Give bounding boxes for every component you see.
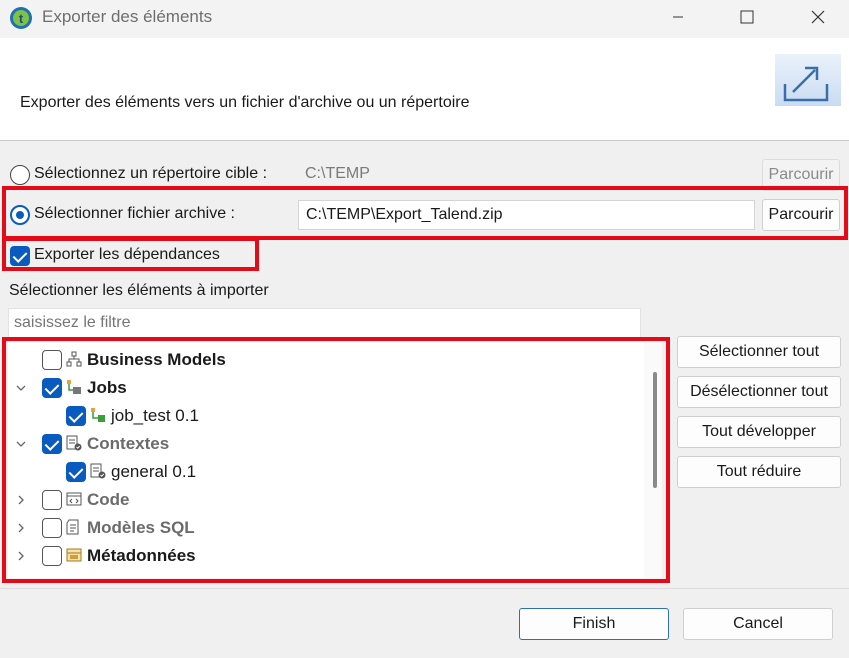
items-tree[interactable]: Business Models Jobs job_test 0.1 Contextes…: [8, 342, 662, 578]
tree-item-label: general 0.1: [111, 462, 197, 481]
job-icon: [90, 407, 106, 423]
code-icon: [66, 491, 82, 507]
select-all-button[interactable]: Sélectionner tout: [677, 336, 841, 368]
tree-item-checkbox[interactable]: [66, 406, 86, 426]
talend-logo-icon: t: [9, 6, 33, 30]
jobs-icon: [66, 379, 82, 395]
tree-item-checkbox[interactable]: [42, 434, 62, 454]
deselect-all-button[interactable]: Désélectionner tout: [677, 376, 841, 408]
tree-item[interactable]: general 0.1: [8, 458, 638, 486]
cancel-button[interactable]: Cancel: [683, 608, 833, 640]
chevron-right-icon[interactable]: [14, 549, 28, 563]
banner-description: Exporter des éléments vers un fichier d'…: [20, 94, 470, 111]
sql-template-icon: [66, 519, 82, 535]
tree-item-label: Code: [87, 490, 130, 509]
maximize-button[interactable]: [724, 0, 770, 34]
context-icon: [66, 435, 82, 451]
header-banner: Exporter des éléments vers un fichier d'…: [0, 38, 849, 141]
finish-button[interactable]: Finish: [519, 608, 669, 640]
tree-item[interactable]: Contextes: [8, 430, 638, 458]
context-item-icon: [90, 463, 106, 479]
tree-item-checkbox[interactable]: [42, 350, 62, 370]
maximize-icon: [740, 10, 754, 24]
expand-all-button[interactable]: Tout développer: [677, 416, 841, 448]
tree-item[interactable]: job_test 0.1: [8, 402, 638, 430]
chevron-down-icon[interactable]: [14, 381, 28, 395]
tree-item-label: Business Models: [87, 350, 226, 369]
tree-item-label: Jobs: [87, 378, 127, 397]
archive-file-label: Sélectionner fichier archive :: [34, 205, 235, 222]
tree-item-label: Métadonnées: [87, 546, 196, 565]
export-icon: [775, 54, 841, 106]
tree-item-checkbox[interactable]: [42, 378, 62, 398]
export-dependencies-checkbox[interactable]: [10, 246, 30, 266]
minimize-icon: [673, 16, 683, 18]
chevron-right-icon[interactable]: [14, 521, 28, 535]
archive-file-field[interactable]: C:\TEMP\Export_Talend.zip: [298, 200, 755, 230]
metadata-icon: [66, 547, 82, 563]
close-icon: [811, 10, 825, 24]
archive-file-radio[interactable]: [10, 205, 30, 225]
svg-text:t: t: [19, 11, 24, 26]
tree-item[interactable]: Jobs: [8, 374, 638, 402]
target-directory-label: Sélectionnez un répertoire cible :: [34, 165, 268, 182]
tree-item-checkbox[interactable]: [42, 490, 62, 510]
tree-item-label: job_test 0.1: [111, 406, 199, 425]
filter-input[interactable]: [8, 308, 641, 338]
tree-scrollbar[interactable]: [644, 342, 662, 578]
close-button[interactable]: [795, 0, 841, 34]
tree-item-checkbox[interactable]: [42, 518, 62, 538]
export-dependencies-label: Exporter les dépendances: [34, 246, 220, 263]
archive-file-browse-button[interactable]: Parcourir: [762, 199, 840, 231]
collapse-all-button[interactable]: Tout réduire: [677, 456, 841, 488]
minimize-button[interactable]: [655, 0, 701, 34]
tree-item[interactable]: Business Models: [8, 346, 638, 374]
tree-item[interactable]: Métadonnées: [8, 542, 638, 570]
tree-scrollbar-thumb[interactable]: [653, 372, 657, 488]
tree-item[interactable]: Modèles SQL: [8, 514, 638, 542]
footer-divider: [0, 588, 849, 589]
target-directory-radio[interactable]: [10, 165, 30, 185]
tree-item[interactable]: Code: [8, 486, 638, 514]
items-section-label: Sélectionner les éléments à importer: [9, 282, 269, 299]
tree-item-checkbox[interactable]: [66, 462, 86, 482]
tree-item-checkbox[interactable]: [42, 546, 62, 566]
tree-item-label: Modèles SQL: [87, 518, 195, 537]
tree-item-label: Contextes: [87, 434, 170, 453]
window-title: Exporter des éléments: [42, 7, 213, 26]
chevron-down-icon[interactable]: [14, 437, 28, 451]
chevron-right-icon[interactable]: [14, 493, 28, 507]
business-model-icon: [66, 351, 82, 367]
